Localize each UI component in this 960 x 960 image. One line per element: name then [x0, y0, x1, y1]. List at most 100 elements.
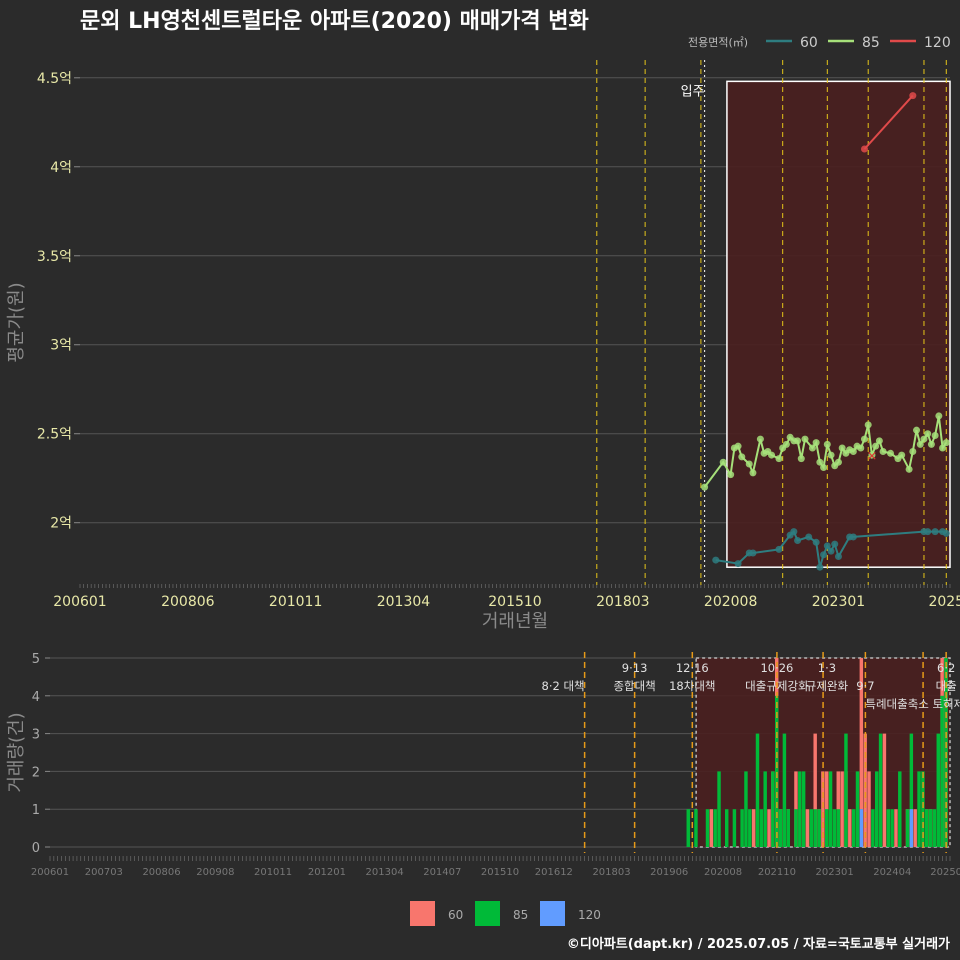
volume-x-tick-label: 201906 [650, 867, 688, 878]
price-point-60 [924, 528, 932, 536]
price-legend-label-60: 60 [800, 35, 818, 51]
volume-bar-60 [848, 809, 852, 847]
price-point-60 [827, 547, 835, 555]
volume-bar-120 [909, 809, 914, 847]
volume-legend-label-85: 85 [513, 908, 528, 922]
volume-bar-85 [844, 733, 848, 847]
volume-bar-85 [905, 809, 910, 847]
volume-bar-60 [805, 809, 810, 847]
volume-bar-85 [744, 771, 748, 847]
price-point-85 [801, 435, 809, 443]
price-y-tick-label: 4억 [50, 160, 72, 176]
volume-bar-85 [809, 809, 814, 847]
price-point-60 [712, 556, 720, 564]
policy-label: 10·26 [760, 661, 793, 675]
volume-bar-85 [936, 733, 940, 847]
policy-label: 종합대책 [613, 679, 655, 693]
volume-x-tick-label: 201510 [481, 867, 519, 878]
volume-bar-85 [694, 809, 698, 847]
price-point-60 [749, 549, 757, 557]
policy-label: 9·7 [856, 679, 874, 693]
price-point-85 [924, 430, 932, 438]
price-point-85 [782, 440, 790, 448]
volume-bar-85 [940, 695, 944, 847]
volume-bar-85 [732, 809, 737, 847]
volume-legend-label-120: 120 [578, 908, 601, 922]
price-point-85 [909, 448, 917, 456]
volume-bar-85 [855, 771, 860, 847]
volume-bar-85 [755, 733, 760, 847]
volume-x-tick-label: 200601 [31, 867, 69, 878]
volume-legend-swatch-60 [410, 901, 435, 926]
volume-bar-60 [882, 733, 887, 847]
price-point-60 [816, 563, 824, 571]
volume-y-tick-label: 4 [32, 690, 40, 705]
volume-bar-85 [851, 809, 856, 847]
price-point-60 [942, 529, 950, 537]
price-point-120 [860, 145, 868, 153]
price-point-85 [927, 440, 935, 448]
volume-y-axis-title: 거래량(건) [6, 712, 27, 792]
policy-label: 규제완화 [806, 679, 849, 693]
price-point-85 [812, 439, 820, 447]
price-point-85 [942, 439, 950, 447]
price-point-85 [734, 442, 742, 450]
price-point-85 [857, 444, 865, 452]
price-point-85 [935, 412, 943, 420]
volume-bar-85 [705, 809, 710, 847]
volume-bar-60 [894, 809, 898, 847]
price-point-85 [834, 458, 842, 466]
price-point-60 [812, 538, 820, 546]
volume-bar-85 [798, 771, 802, 847]
volume-x-tick-label: 200908 [196, 867, 234, 878]
volume-bar-85 [786, 809, 790, 847]
price-y-tick-label: 2.5억 [37, 427, 72, 443]
volume-legend-swatch-85 [475, 901, 500, 926]
price-point-85 [823, 440, 831, 448]
price-x-tick-label: 201510 [488, 594, 541, 610]
price-point-85 [827, 451, 835, 459]
price-point-85 [745, 460, 753, 468]
volume-bar-60 [913, 809, 917, 847]
volume-x-tick-label: 202301 [816, 867, 854, 878]
move-in-label: 입주 [681, 85, 705, 100]
volume-legend-swatch-120 [540, 901, 565, 926]
price-point-60 [834, 553, 842, 561]
volume-bar-85 [782, 733, 787, 847]
price-point-85 [879, 448, 887, 456]
price-x-tick-label: 2025 [928, 594, 960, 610]
volume-bar-60 [840, 771, 844, 847]
price-point-60 [849, 533, 857, 541]
volume-y-tick-label: 3 [32, 728, 40, 743]
volume-x-tick-label: 201011 [254, 867, 292, 878]
price-point-85 [756, 435, 764, 443]
price-marker: × [866, 449, 877, 464]
volume-x-tick-label: 202404 [873, 867, 911, 878]
price-point-60 [775, 545, 783, 553]
price-point-85 [749, 469, 757, 477]
volume-y-tick-label: 5 [32, 652, 40, 667]
chart-canvas: 문외 LH영천센트럴타운 아파트(2020) 매매가격 변화 2억 2.5억 3억 3… [6, 9, 960, 952]
volume-x-tick-label: 201304 [366, 867, 404, 878]
price-legend-title: 전용면적(㎡) [688, 36, 748, 49]
policy-label: 8·2 대책 [542, 679, 585, 693]
policy-label: 대출규제강화 [745, 679, 809, 693]
volume-y-tick-label: 2 [32, 765, 40, 780]
volume-bar-85 [778, 809, 783, 847]
price-point-60 [805, 533, 813, 541]
price-point-85 [738, 453, 746, 461]
volume-x-tick-label: 200806 [142, 867, 180, 878]
policy-label: 9·13 [622, 661, 648, 675]
volume-bar-85 [813, 809, 817, 847]
volume-bar-85 [713, 809, 717, 847]
chart-title: 문외 LH영천센트럴타운 아파트(2020) 매매가격 변화 [80, 9, 589, 34]
price-legend-label-85: 85 [862, 35, 880, 51]
price-point-85 [701, 483, 709, 491]
volume-bar-120 [859, 809, 864, 847]
price-x-tick-label: 202301 [812, 594, 865, 610]
volume-bar-85 [832, 809, 837, 847]
price-point-85 [913, 426, 921, 434]
price-point-85 [797, 455, 805, 463]
price-y-tick-label: 4.5억 [37, 71, 72, 87]
price-x-tick-label: 200601 [53, 594, 106, 610]
